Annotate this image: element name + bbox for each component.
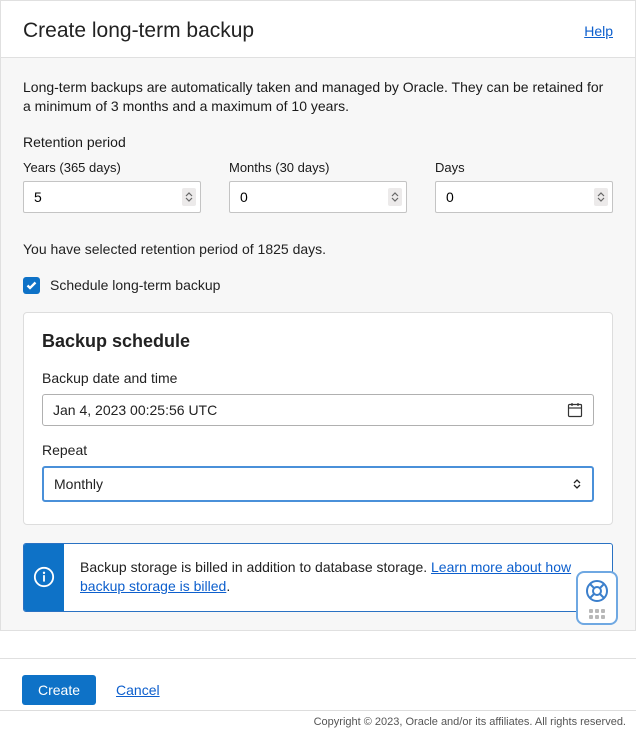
schedule-checkbox-label: Schedule long-term backup [50,277,220,293]
page-title: Create long-term backup [23,19,254,43]
cancel-link[interactable]: Cancel [116,682,160,698]
info-banner: Backup storage is billed in addition to … [23,543,613,612]
create-button[interactable]: Create [22,675,96,705]
date-label: Backup date and time [42,370,594,386]
date-input[interactable]: Jan 4, 2023 00:25:56 UTC [42,394,594,426]
info-icon [33,566,55,588]
years-stepper[interactable] [182,188,196,206]
date-value: Jan 4, 2023 00:25:56 UTC [53,402,217,418]
schedule-title: Backup schedule [42,331,594,352]
years-label: Years (365 days) [23,160,201,175]
intro-text: Long-term backups are automatically take… [23,78,613,116]
days-input[interactable] [435,181,613,213]
months-value[interactable] [230,182,406,212]
repeat-value: Monthly [54,476,103,492]
copyright: Copyright © 2023, Oracle and/or its affi… [0,710,636,733]
schedule-checkbox[interactable] [23,277,40,294]
months-label: Months (30 days) [229,160,407,175]
years-value[interactable] [24,182,200,212]
months-input[interactable] [229,181,407,213]
days-stepper[interactable] [594,188,608,206]
months-stepper[interactable] [388,188,402,206]
repeat-select[interactable]: Monthly [42,466,594,502]
help-widget[interactable] [576,571,618,625]
retention-label: Retention period [23,134,613,150]
repeat-label: Repeat [42,442,594,458]
days-label: Days [435,160,613,175]
help-link[interactable]: Help [584,23,613,39]
years-input[interactable] [23,181,201,213]
retention-summary: You have selected retention period of 18… [23,241,613,257]
calendar-icon[interactable] [567,402,583,418]
lifebuoy-icon [585,579,609,603]
info-text: Backup storage is billed in addition to … [80,559,431,575]
grip-icon[interactable] [589,609,605,619]
days-value[interactable] [436,182,612,212]
schedule-card: Backup schedule Backup date and time Jan… [23,312,613,525]
chevron-updown-icon [572,478,582,490]
